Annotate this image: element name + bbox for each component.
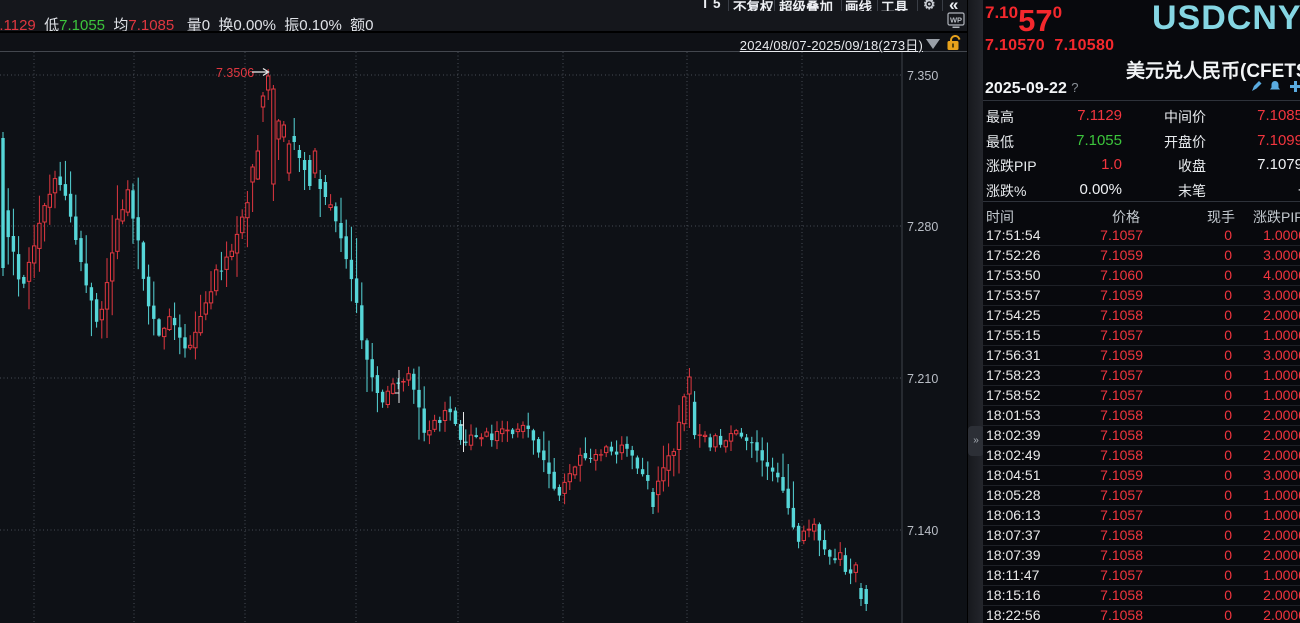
svg-text:WP: WP (950, 15, 962, 24)
